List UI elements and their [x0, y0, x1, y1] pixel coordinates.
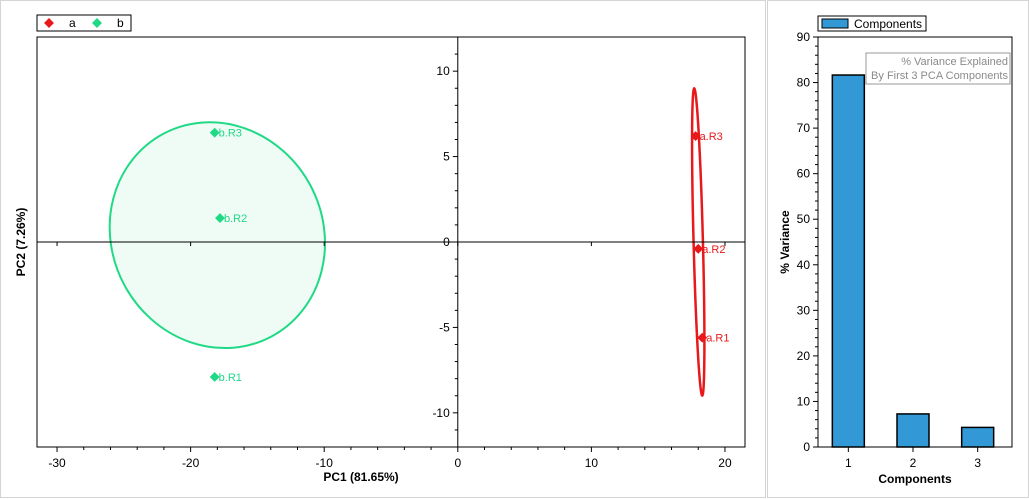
y-tick-label: -10 [432, 406, 450, 420]
variance-annotation: % Variance Explained By First 3 PCA Compo… [865, 52, 1011, 85]
legend-label-a: a [69, 16, 76, 30]
point-label: a.R2 [702, 244, 725, 256]
x-tick-label: 2 [910, 456, 917, 470]
x-axis-title: Components [878, 472, 952, 486]
pca-scores-plot[interactable]: -30 -20 -10 0 10 20 10 5 0 -5 -10 a.R1 a.R2 a.R3 b.R1 b… [1, 1, 767, 499]
x-tick-label: -20 [182, 456, 200, 470]
y-tick-label: 50 [797, 212, 811, 226]
y-tick-label: -5 [439, 320, 450, 334]
bar-legend-swatch [821, 18, 849, 29]
x-tick-label: 20 [718, 456, 732, 470]
y-tick-label: 0 [803, 440, 810, 454]
point-label: a.R3 [700, 131, 723, 143]
y-tick-label: 20 [797, 349, 811, 363]
pca-scores-panel: -30 -20 -10 0 10 20 10 5 0 -5 -10 a.R1 a.R2 a.R3 b.R1 b… [0, 0, 766, 498]
legend-label-b: b [117, 16, 124, 30]
bar-component-2 [896, 413, 930, 448]
x-tick-label: 10 [585, 456, 599, 470]
x-axis-title: PC1 (81.65%) [323, 470, 398, 484]
y-axis-title: PC2 (7.26%) [14, 208, 28, 277]
y-tick-label: 0 [443, 235, 450, 249]
annotation-line-1: % Variance Explained [901, 56, 1008, 68]
y-tick-label: 40 [797, 258, 811, 272]
bar-component-3 [960, 426, 995, 448]
y-tick-label: 90 [797, 30, 811, 44]
x-tick-label: -10 [316, 456, 334, 470]
bar-legend: Components [817, 15, 927, 32]
confidence-ellipse-b [108, 121, 326, 350]
bar-legend-label: Components [854, 17, 922, 31]
y-tick-label: 10 [436, 64, 450, 78]
annotation-line-2: By First 3 PCA Components [871, 70, 1008, 82]
point-label: b.R3 [219, 128, 242, 140]
x-tick-label: 0 [454, 456, 461, 470]
variance-bar-chart[interactable]: 0 10 20 30 40 50 60 70 80 90 1 2 3 Components % Varian… [768, 1, 1029, 499]
point-label: b.R2 [224, 213, 247, 225]
y-tick-label: 5 [443, 150, 450, 164]
point-label: b.R1 [219, 372, 242, 384]
y-tick-label: 10 [797, 394, 811, 408]
variance-bar-panel: 0 10 20 30 40 50 60 70 80 90 1 2 3 Components % Varian… [767, 0, 1029, 498]
legend: ab [36, 14, 132, 32]
y-tick-label: 30 [797, 303, 811, 317]
y-tick-label: 70 [797, 121, 811, 135]
y-tick-label: 60 [797, 167, 811, 181]
x-tick-label: 3 [974, 456, 981, 470]
x-tick-label: 1 [845, 456, 852, 470]
x-tick-label: -30 [48, 456, 66, 470]
y-tick-label: 80 [797, 76, 811, 90]
point-label: a.R1 [706, 333, 729, 345]
y-axis-title: % Variance [778, 210, 792, 274]
bar-component-1 [831, 74, 866, 448]
